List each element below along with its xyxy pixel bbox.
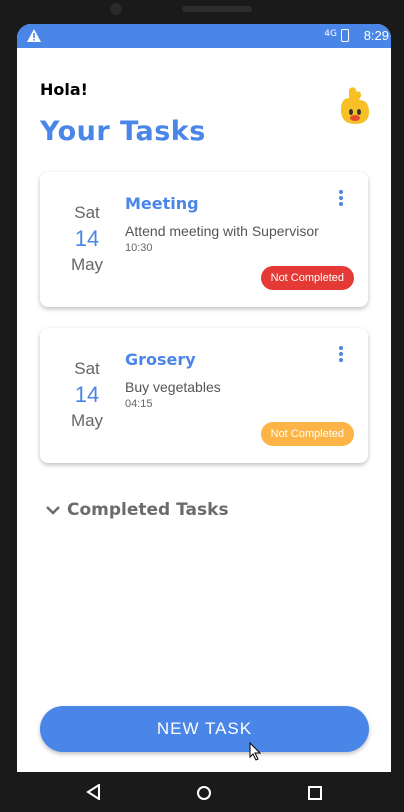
task-card[interactable]: Sat 14 May Meeting Attend meeting with S… bbox=[40, 172, 368, 307]
earpiece-speaker bbox=[182, 6, 252, 12]
warning-icon bbox=[27, 29, 41, 42]
task-month: May bbox=[70, 411, 104, 430]
mouse-cursor-icon bbox=[249, 742, 262, 761]
completed-tasks-label: Completed Tasks bbox=[67, 500, 229, 520]
status-badge[interactable]: Not Completed bbox=[260, 266, 354, 290]
status-bar: 4G 8:29 bbox=[17, 24, 391, 48]
system-nav-bar bbox=[0, 772, 404, 812]
task-description: Buy vegetables bbox=[125, 379, 221, 395]
task-time: 10:30 bbox=[125, 242, 153, 254]
status-badge[interactable]: Not Completed bbox=[260, 422, 354, 446]
page-title: Your Tasks bbox=[40, 116, 206, 147]
task-date: Sat 14 May bbox=[54, 358, 120, 432]
completed-tasks-toggle[interactable]: Completed Tasks bbox=[45, 500, 229, 520]
task-time: 04:15 bbox=[125, 398, 153, 410]
network-type: 4G bbox=[324, 29, 337, 39]
battery-icon bbox=[341, 29, 349, 42]
task-day: 14 bbox=[74, 382, 100, 407]
flexed-biceps-emoji-icon bbox=[341, 87, 369, 124]
task-day-of-week: Sat bbox=[74, 203, 100, 222]
back-icon[interactable] bbox=[86, 784, 102, 800]
phone-frame: 4G 8:29 Hola! Your Tasks Sat 14 May Meet… bbox=[0, 0, 404, 812]
task-month: May bbox=[70, 255, 104, 274]
new-task-button[interactable]: NEW TASK bbox=[40, 706, 369, 752]
task-card[interactable]: Sat 14 May Grosery Buy vegetables 04:15 … bbox=[40, 328, 368, 463]
task-date: Sat 14 May bbox=[54, 202, 120, 276]
task-title: Meeting bbox=[125, 194, 199, 213]
more-options-icon[interactable] bbox=[336, 346, 346, 366]
status-time: 8:29 bbox=[363, 28, 389, 43]
more-options-icon[interactable] bbox=[336, 190, 346, 210]
task-day-of-week: Sat bbox=[74, 359, 100, 378]
chevron-down-icon bbox=[46, 506, 60, 515]
task-day: 14 bbox=[74, 226, 100, 251]
greeting-text: Hola! bbox=[40, 80, 88, 99]
task-title: Grosery bbox=[125, 350, 196, 369]
top-bezel bbox=[0, 0, 404, 26]
app-screen: 4G 8:29 Hola! Your Tasks Sat 14 May Meet… bbox=[17, 24, 391, 772]
task-description: Attend meeting with Supervisor bbox=[125, 223, 319, 239]
recent-apps-icon[interactable] bbox=[308, 786, 322, 800]
front-camera bbox=[110, 3, 122, 15]
home-icon[interactable] bbox=[197, 786, 211, 800]
